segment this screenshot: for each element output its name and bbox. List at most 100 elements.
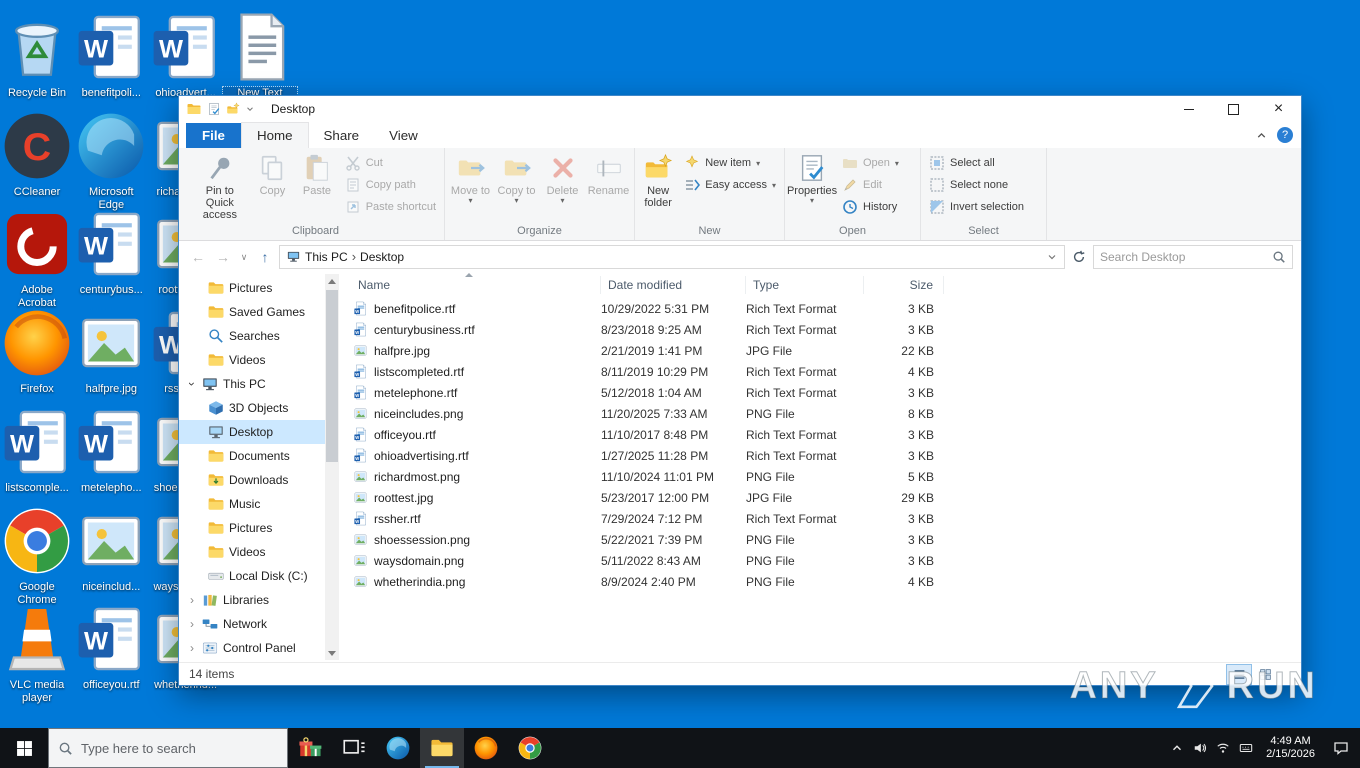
recent-locations-caret[interactable]: ∨ [237, 246, 251, 268]
details-view-button[interactable] [1226, 663, 1252, 685]
breadcrumb-this-pc[interactable]: This PC [305, 250, 348, 264]
search-input[interactable] [1100, 249, 1272, 264]
sidebar-item-saved-games[interactable]: Saved Games [179, 300, 339, 324]
delete-button[interactable]: Delete [540, 150, 585, 214]
scrollbar-thumb[interactable] [326, 290, 338, 462]
sidebar-item-this-pc[interactable]: This PC [179, 372, 339, 396]
tray-network-icon[interactable] [1211, 728, 1234, 768]
sidebar-item-pictures[interactable]: Pictures [179, 276, 339, 300]
collapse-ribbon-icon[interactable] [1255, 129, 1268, 142]
cut-button[interactable]: Cut [340, 152, 441, 174]
up-button[interactable]: ↑ [254, 246, 276, 268]
file-row-listscompleted[interactable]: listscompleted.rtf 8/11/2019 10:29 PM Ri… [339, 361, 1301, 382]
help-button[interactable] [1277, 127, 1293, 143]
file-row-benefitpolice[interactable]: benefitpolice.rtf 10/29/2022 5:31 PM Ric… [339, 298, 1301, 319]
expander-icon[interactable] [185, 379, 199, 389]
refresh-button[interactable] [1068, 246, 1090, 268]
desktop-icon-niceincludes[interactable]: niceinclud... [74, 504, 148, 594]
column-header-size[interactable]: Size [864, 276, 944, 294]
title-bar[interactable]: Desktop [179, 96, 1301, 122]
desktop-icon-microsoft-edge[interactable]: Microsoft Edge [74, 109, 148, 212]
breadcrumb-desktop[interactable]: Desktop [360, 250, 404, 264]
file-row-centurybusiness[interactable]: centurybusiness.rtf 8/23/2018 9:25 AM Ri… [339, 319, 1301, 340]
file-row-metelephone[interactable]: metelephone.rtf 5/12/2018 1:04 AM Rich T… [339, 382, 1301, 403]
back-button[interactable]: ← [187, 246, 209, 268]
sidebar-item-control-panel[interactable]: Control Panel [179, 636, 339, 660]
tray-chevron-up-icon[interactable] [1165, 728, 1188, 768]
sidebar-item-music[interactable]: Music [179, 492, 339, 516]
minimize-button[interactable] [1166, 96, 1211, 122]
maximize-button[interactable] [1211, 96, 1256, 122]
qat-new-folder-icon[interactable] [226, 102, 240, 116]
desktop-icon-firefox[interactable]: Firefox [0, 306, 74, 396]
rename-button[interactable]: Rename [586, 150, 631, 214]
file-row-shoessession[interactable]: shoessession.png 5/22/2021 7:39 PM PNG F… [339, 529, 1301, 550]
file-row-halfpre[interactable]: halfpre.jpg 2/21/2019 1:41 PM JPG File 2… [339, 340, 1301, 361]
tab-view[interactable]: View [374, 123, 433, 148]
taskbar-explorer-button[interactable] [420, 728, 464, 768]
paste-button[interactable]: Paste [295, 150, 338, 214]
properties-button[interactable]: Properties [787, 150, 837, 214]
desktop-icon-recycle-bin[interactable]: Recycle Bin [0, 10, 74, 100]
qat-customize-caret-icon[interactable] [245, 104, 255, 114]
file-row-richardmost[interactable]: richardmost.png 11/10/2024 11:01 PM PNG … [339, 466, 1301, 487]
nav-scrollbar[interactable] [325, 274, 339, 660]
expander-icon[interactable] [187, 617, 197, 631]
file-row-ohioadvertising[interactable]: ohioadvertising.rtf 1/27/2025 11:28 PM R… [339, 445, 1301, 466]
desktop-icon-listscompleted[interactable]: listscomple... [0, 405, 74, 495]
search-box[interactable] [1093, 244, 1293, 269]
expander-icon[interactable] [187, 593, 197, 607]
file-row-roottest[interactable]: roottest.jpg 5/23/2017 12:00 PM JPG File… [339, 487, 1301, 508]
taskbar-edge-button[interactable] [376, 728, 420, 768]
open-button[interactable]: Open [837, 152, 904, 174]
sidebar-item-videos-2[interactable]: Videos [179, 540, 339, 564]
taskbar-taskview-button[interactable] [332, 728, 376, 768]
file-row-niceincludes[interactable]: niceincludes.png 11/20/2025 7:33 AM PNG … [339, 403, 1301, 424]
tray-volume-icon[interactable] [1188, 728, 1211, 768]
sidebar-item-documents[interactable]: Documents [179, 444, 339, 468]
expander-icon[interactable] [187, 641, 197, 655]
sidebar-item-videos[interactable]: Videos [179, 348, 339, 372]
paste-shortcut-button[interactable]: Paste shortcut [340, 196, 441, 218]
sidebar-item-network[interactable]: Network [179, 612, 339, 636]
select-all-button[interactable]: Select all [924, 152, 1029, 174]
sidebar-item-desktop[interactable]: Desktop [179, 420, 339, 444]
address-box[interactable]: This PC Desktop [279, 244, 1065, 269]
history-button[interactable]: History [837, 196, 904, 218]
file-row-rssher[interactable]: rssher.rtf 7/29/2024 7:12 PM Rich Text F… [339, 508, 1301, 529]
desktop-icon-ccleaner[interactable]: CCleaner [0, 109, 74, 199]
column-header-type[interactable]: Type [746, 276, 864, 294]
sidebar-item-libraries[interactable]: Libraries [179, 588, 339, 612]
column-header-date-modified[interactable]: Date modified [601, 276, 746, 294]
copy-path-button[interactable]: Copy path [340, 174, 441, 196]
taskbar-firefox-button[interactable] [464, 728, 508, 768]
desktop-icon-benefitpolice[interactable]: benefitpoli... [74, 10, 148, 100]
address-dropdown-icon[interactable] [1046, 251, 1058, 263]
tab-home[interactable]: Home [240, 122, 309, 148]
tab-share[interactable]: Share [309, 123, 375, 148]
taskbar-search-input[interactable] [81, 740, 278, 756]
file-row-whetherindia[interactable]: whetherindia.png 8/9/2024 2:40 PM PNG Fi… [339, 571, 1301, 592]
desktop-icon-officeyou[interactable]: officeyou.rtf [74, 602, 148, 692]
move-to-button[interactable]: Move to [448, 150, 493, 214]
new-folder-button[interactable]: New folder [638, 150, 678, 214]
close-button[interactable] [1256, 96, 1301, 122]
column-header-name[interactable]: Name [339, 276, 601, 294]
desktop-icon-adobe-acrobat[interactable]: Adobe Acrobat [0, 207, 74, 310]
desktop-icon-google-chrome[interactable]: Google Chrome [0, 504, 74, 607]
edit-button[interactable]: Edit [837, 174, 904, 196]
action-center-button[interactable] [1324, 728, 1358, 768]
copy-to-button[interactable]: Copy to [494, 150, 539, 214]
sidebar-item-3d-objects[interactable]: 3D Objects [179, 396, 339, 420]
search-icon[interactable] [1272, 250, 1286, 264]
desktop-icon-vlc[interactable]: VLC media player [0, 602, 74, 705]
pin-to-quick-access-button[interactable]: Pin to Quick access [190, 150, 250, 221]
sidebar-item-pictures-2[interactable]: Pictures [179, 516, 339, 540]
sidebar-item-searches[interactable]: Searches [179, 324, 339, 348]
easy-access-button[interactable]: Easy access [679, 174, 781, 196]
taskbar-search[interactable] [48, 728, 288, 768]
taskbar-chrome-button[interactable] [508, 728, 552, 768]
copy-button[interactable]: Copy [251, 150, 294, 214]
sidebar-item-downloads[interactable]: Downloads [179, 468, 339, 492]
forward-button[interactable]: → [212, 246, 234, 268]
